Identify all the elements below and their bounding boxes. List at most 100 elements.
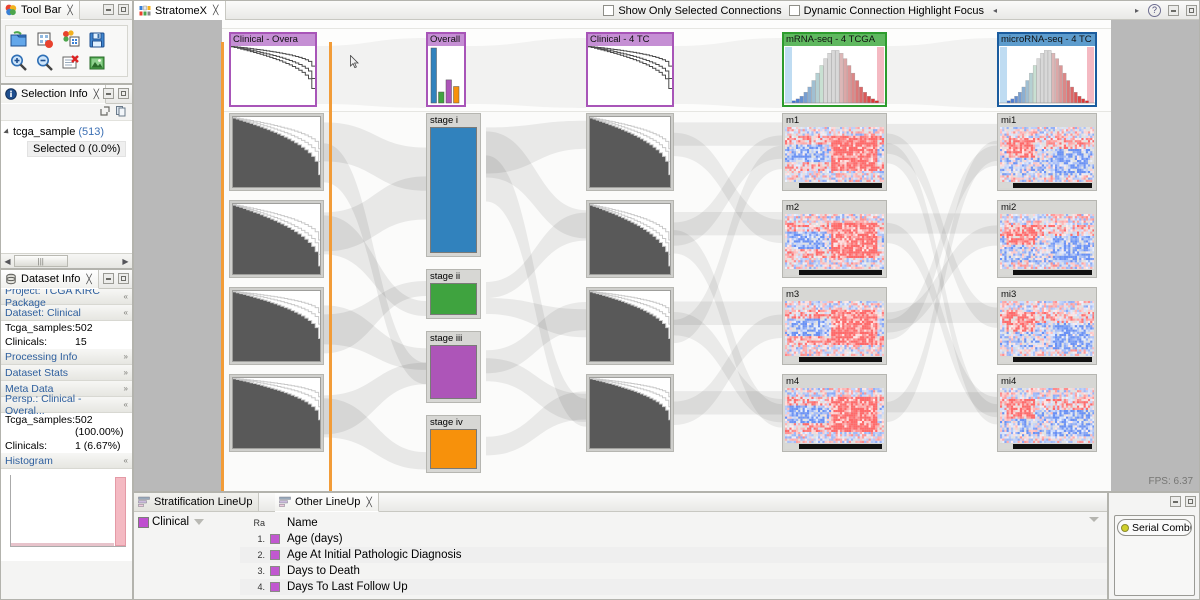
close-icon[interactable]: ╳ bbox=[213, 5, 218, 16]
import-data-icon[interactable] bbox=[35, 30, 55, 49]
dynamic-connection-highlight-focus-checkbox[interactable]: Dynamic Connection Highlight Focus bbox=[789, 5, 984, 17]
section-processing-info[interactable]: Processing Info » bbox=[1, 349, 132, 365]
cluster-icon[interactable] bbox=[61, 30, 81, 49]
kaplan-meier-brick[interactable] bbox=[229, 113, 324, 191]
clear-selection-icon[interactable] bbox=[61, 53, 81, 72]
stratomex-canvas[interactable]: Clinical - Overa Overall stage i stage ii st… bbox=[134, 20, 1199, 491]
maximize-button[interactable] bbox=[118, 4, 129, 15]
tab-other-lineup[interactable]: Other LineUp ╳ bbox=[275, 493, 379, 512]
lineup-col-name-header[interactable]: Name bbox=[287, 517, 318, 529]
minimize-button[interactable] bbox=[103, 88, 114, 99]
chevron-icon[interactable]: » bbox=[124, 384, 128, 393]
section-project[interactable]: Project: TCGA KIRC Package « bbox=[1, 289, 132, 305]
minimize-button[interactable] bbox=[103, 4, 114, 15]
minimize-button[interactable] bbox=[103, 273, 114, 284]
heatmap-hscrollbar[interactable] bbox=[1000, 183, 1094, 188]
column-header-clinical-overall[interactable]: Clinical - Overa bbox=[229, 32, 317, 107]
heatmap-brick-mi2[interactable]: mi2 bbox=[997, 200, 1097, 278]
scroll-left-icon[interactable]: ◂ bbox=[991, 6, 999, 15]
scroll-left-icon[interactable]: ◀ bbox=[1, 257, 14, 266]
heatmap-hscrollbar[interactable] bbox=[785, 357, 884, 362]
heatmap-brick-mi3[interactable]: mi3 bbox=[997, 287, 1097, 365]
minimize-button[interactable] bbox=[1170, 496, 1181, 507]
kaplan-meier-brick[interactable] bbox=[229, 287, 324, 365]
kaplan-meier-brick[interactable] bbox=[586, 287, 674, 365]
selection-tree-node[interactable]: tcga_sample (513) bbox=[5, 126, 128, 138]
list-item[interactable]: 3. Days to Death bbox=[240, 563, 1107, 579]
stage-brick-stage-ii[interactable]: stage ii bbox=[426, 269, 481, 319]
list-item[interactable]: 4. Days To Last Follow Up bbox=[240, 579, 1107, 595]
heatmap-brick-mi4[interactable]: mi4 bbox=[997, 374, 1097, 452]
close-icon[interactable]: ╳ bbox=[94, 89, 99, 100]
column-header-overall-stratification[interactable]: Overall bbox=[426, 32, 466, 107]
chevron-icon[interactable]: « bbox=[124, 400, 128, 409]
scrollbar-thumb[interactable] bbox=[1013, 183, 1092, 188]
scrollbar-thumb[interactable] bbox=[1013, 270, 1092, 275]
show-only-selected-connections-checkbox[interactable]: Show Only Selected Connections bbox=[603, 5, 781, 17]
chevron-icon[interactable]: » bbox=[124, 368, 128, 377]
heatmap-brick-m2[interactable]: m2 bbox=[782, 200, 887, 278]
chevron-icon[interactable]: « bbox=[124, 456, 128, 465]
tab-tool-bar[interactable]: Tool Bar ╳ bbox=[1, 1, 80, 20]
copy-icon[interactable] bbox=[115, 105, 127, 120]
section-histogram[interactable]: Histogram « bbox=[1, 453, 132, 469]
chevron-icon[interactable]: » bbox=[124, 352, 128, 361]
stage-brick-stage-iv[interactable]: stage iv bbox=[426, 415, 481, 473]
maximize-button[interactable] bbox=[1186, 5, 1197, 16]
kaplan-meier-brick[interactable] bbox=[586, 113, 674, 191]
tab-stratomex[interactable]: StratomeX ╳ bbox=[134, 1, 226, 20]
kaplan-meier-brick[interactable] bbox=[229, 200, 324, 278]
scroll-right-icon[interactable]: ▶ bbox=[119, 257, 132, 266]
serial-combiner-node[interactable]: Serial Combiner bbox=[1117, 519, 1192, 536]
maximize-button[interactable] bbox=[118, 273, 129, 284]
heatmap-hscrollbar[interactable] bbox=[785, 270, 884, 275]
heatmap-brick-mi1[interactable]: mi1 bbox=[997, 113, 1097, 191]
scrollbar-thumb[interactable] bbox=[799, 357, 882, 362]
filter-icon[interactable] bbox=[194, 519, 204, 525]
maximize-button[interactable] bbox=[118, 88, 129, 99]
tab-selection-info[interactable]: Selection Info ╳ bbox=[1, 85, 106, 104]
tab-dataset-info[interactable]: Dataset Info ╳ bbox=[1, 270, 99, 289]
heatmap-brick-m3[interactable]: m3 bbox=[782, 287, 887, 365]
section-dataset-stats[interactable]: Dataset Stats » bbox=[1, 365, 132, 381]
zoom-out-icon[interactable] bbox=[35, 53, 55, 72]
chevron-icon[interactable]: « bbox=[124, 308, 128, 317]
chevron-icon[interactable]: « bbox=[124, 292, 128, 301]
sort-arrow-icon[interactable] bbox=[1089, 517, 1099, 522]
scrollbar-thumb[interactable] bbox=[799, 183, 882, 188]
scrollbar-thumb[interactable]: ||| bbox=[14, 255, 68, 267]
heatmap-hscrollbar[interactable] bbox=[1000, 444, 1094, 449]
save-icon[interactable] bbox=[87, 30, 107, 49]
help-icon[interactable]: ? bbox=[1148, 4, 1161, 17]
list-item[interactable]: 1. Age (days) bbox=[240, 531, 1107, 547]
heatmap-hscrollbar[interactable] bbox=[1000, 270, 1094, 275]
selection-info-hscrollbar[interactable]: ◀ ||| ▶ bbox=[1, 253, 132, 268]
scrollbar-thumb[interactable] bbox=[1013, 444, 1092, 449]
heatmap-hscrollbar[interactable] bbox=[785, 444, 884, 449]
scrollbar-thumb[interactable] bbox=[799, 444, 882, 449]
kaplan-meier-brick[interactable] bbox=[586, 374, 674, 452]
stage-brick-stage-i[interactable]: stage i bbox=[426, 113, 481, 257]
maximize-button[interactable] bbox=[1185, 496, 1196, 507]
zoom-in-icon[interactable] bbox=[9, 53, 29, 72]
combiner-canvas[interactable]: Serial Combiner bbox=[1114, 515, 1195, 596]
scrollbar-thumb[interactable] bbox=[1013, 357, 1092, 362]
heatmap-brick-m4[interactable]: m4 bbox=[782, 374, 887, 452]
close-icon[interactable]: ╳ bbox=[366, 497, 371, 508]
list-item[interactable]: 2. Age At Initial Pathologic Diagnosis bbox=[240, 547, 1107, 563]
minimize-button[interactable] bbox=[1168, 5, 1179, 16]
scroll-right-icon[interactable]: ▸ bbox=[1133, 6, 1141, 15]
column-header-clinical-4tc[interactable]: Clinical - 4 TC bbox=[586, 32, 674, 107]
open-project-icon[interactable] bbox=[9, 30, 29, 49]
close-icon[interactable]: ╳ bbox=[67, 5, 72, 16]
kaplan-meier-brick[interactable] bbox=[229, 374, 324, 452]
expand-arrow-icon[interactable] bbox=[3, 128, 10, 135]
stage-brick-stage-iii[interactable]: stage iii bbox=[426, 331, 481, 403]
column-header-mrna-seq-4tcga[interactable]: mRNA-seq - 4 TCGA bbox=[782, 32, 887, 107]
column-header-microrna-seq-4tc[interactable]: microRNA-seq - 4 TC bbox=[997, 32, 1097, 107]
heatmap-brick-m1[interactable]: m1 bbox=[782, 113, 887, 191]
scrollbar-thumb[interactable] bbox=[799, 270, 882, 275]
tab-stratification-lineup[interactable]: Stratification LineUp bbox=[134, 493, 259, 512]
section-perspective[interactable]: Persp.: Clinical - Overal... « bbox=[1, 397, 132, 413]
take-snapshot-icon[interactable] bbox=[87, 53, 107, 72]
